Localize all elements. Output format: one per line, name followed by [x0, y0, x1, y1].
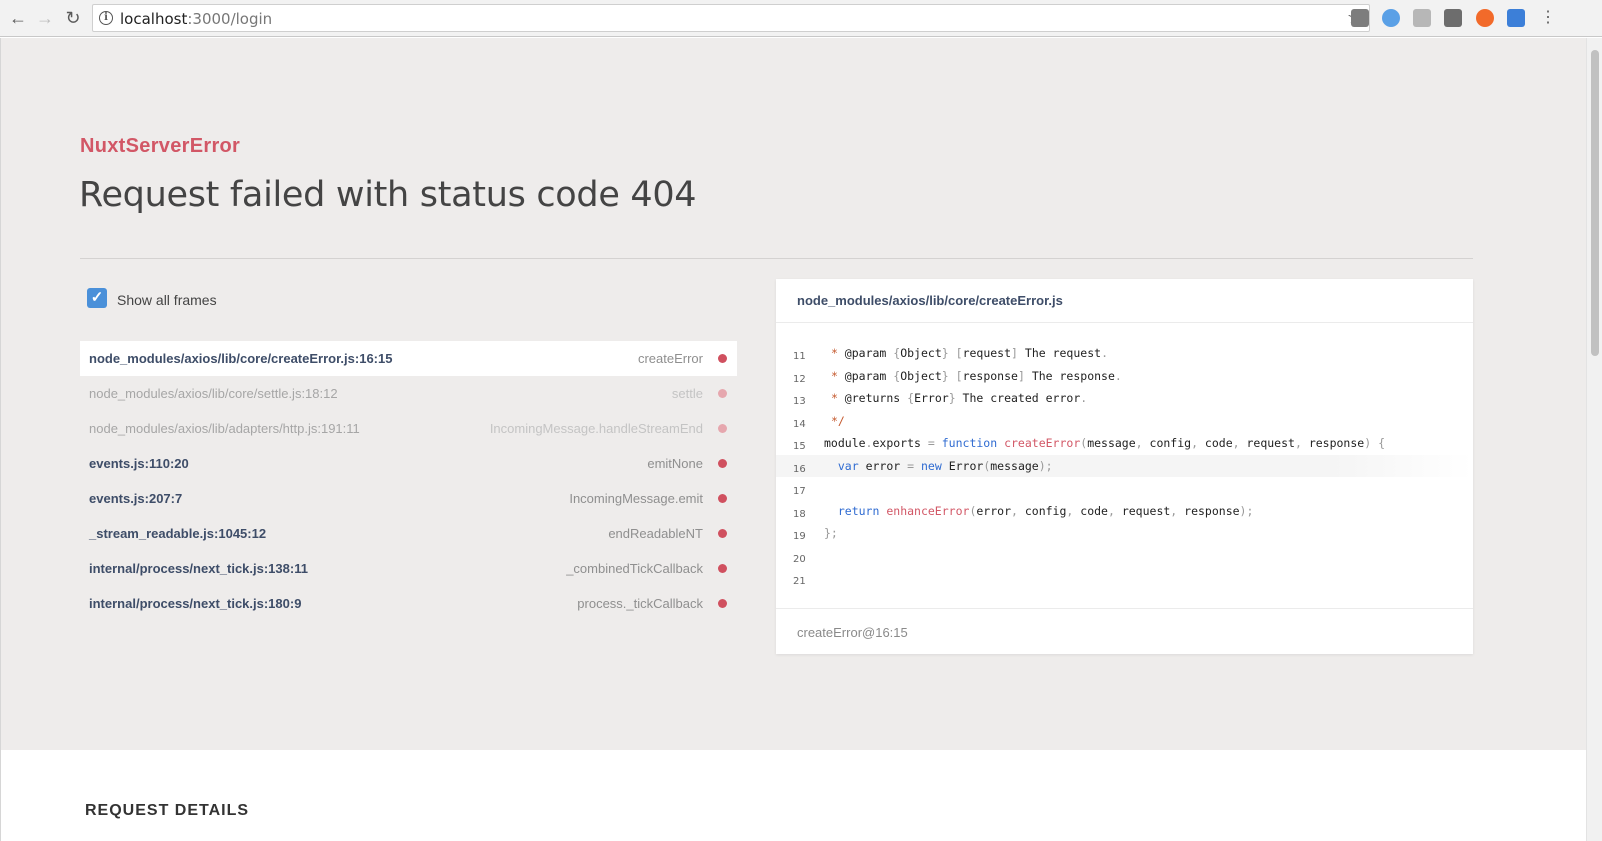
frame-dot-icon	[718, 494, 727, 503]
frame-file: node_modules/axios/lib/adapters/http.js:…	[89, 421, 360, 436]
stack-frame[interactable]: events.js:207:7 IncomingMessage.emit	[80, 481, 737, 516]
stack-frame[interactable]: node_modules/axios/lib/adapters/http.js:…	[80, 411, 737, 446]
code-line: };	[824, 526, 838, 540]
orange-extension-icon[interactable]	[1476, 9, 1494, 27]
code-panel: node_modules/axios/lib/core/createError.…	[776, 279, 1473, 654]
address-bar[interactable]: i localhost:3000/login ☆	[92, 4, 1370, 32]
frame-dot-icon	[718, 529, 727, 538]
code-snippet: 11 * @param {Object} [request] The reque…	[776, 342, 1473, 590]
url-text[interactable]: localhost:3000/login	[120, 10, 272, 28]
frame-function: IncomingMessage.handleStreamEnd	[489, 421, 703, 436]
code-line: */	[830, 413, 845, 428]
request-details-section: REQUEST DETAILS	[1, 750, 1586, 841]
error-name: NuxtServerError	[80, 135, 241, 157]
frame-function: settle	[671, 386, 703, 401]
stack-frame[interactable]: internal/process/next_tick.js:138:11 _co…	[80, 551, 737, 586]
frame-dot-icon	[718, 459, 727, 468]
code-panel-header: node_modules/axios/lib/core/createError.…	[776, 279, 1473, 323]
code-line-highlighted: var error = new Error(message);	[837, 458, 1053, 473]
frame-file: events.js:110:20	[89, 456, 189, 471]
show-all-frames-checkbox[interactable]: ✓	[87, 288, 107, 308]
frame-file: _stream_readable.js:1045:12	[89, 526, 267, 541]
code-line: * @param {Object} [response] The respons…	[830, 368, 1122, 383]
browser-toolbar: ← → ↻ i localhost:3000/login ☆ ⋮	[0, 0, 1602, 37]
frame-dot-icon	[718, 424, 727, 433]
pin-extension-icon[interactable]	[1413, 9, 1431, 27]
code-line: * @param {Object} [request] The request.	[830, 346, 1108, 360]
url-path: :3000/login	[187, 10, 273, 28]
globe-extension-icon[interactable]	[1382, 9, 1400, 27]
frame-function: process._tickCallback	[577, 596, 703, 611]
frame-file: internal/process/next_tick.js:138:11	[89, 561, 308, 576]
frame-file: node_modules/axios/lib/core/settle.js:18…	[89, 386, 338, 401]
stack-frame[interactable]: _stream_readable.js:1045:12 endReadableN…	[80, 516, 737, 551]
back-arrow-icon[interactable]: ←	[6, 6, 30, 30]
frame-location: createError@16:15	[797, 625, 908, 640]
show-all-frames-label[interactable]: Show all frames	[117, 292, 217, 308]
url-host: localhost	[120, 10, 188, 28]
stack-frame[interactable]: internal/process/next_tick.js:180:9 proc…	[80, 586, 737, 621]
info-icon[interactable]: i	[99, 11, 113, 25]
frame-dot-icon	[718, 564, 727, 573]
camera-extension-icon[interactable]	[1351, 9, 1369, 27]
frame-function: emitNone	[647, 456, 703, 471]
code-panel-footer: createError@16:15	[776, 608, 1473, 654]
forward-arrow-icon[interactable]: →	[33, 6, 57, 30]
code-line: module.exports = function createError(me…	[824, 436, 1386, 450]
error-message: Request failed with status code 404	[79, 175, 697, 215]
frame-function: createError	[637, 351, 703, 366]
frame-file: events.js:207:7	[89, 491, 183, 506]
scrollbar-thumb[interactable]	[1591, 50, 1599, 356]
request-details-title: REQUEST DETAILS	[85, 802, 250, 819]
frame-file: internal/process/next_tick.js:180:9	[89, 596, 302, 611]
code-line: * @returns {Error} The created error.	[830, 391, 1088, 405]
stack-frame[interactable]: node_modules/axios/lib/core/createError.…	[80, 341, 737, 376]
stack-frame[interactable]: events.js:110:20 emitNone	[80, 446, 737, 481]
blue-extension-icon[interactable]	[1507, 9, 1525, 27]
frame-dot-icon	[718, 599, 727, 608]
code-file-path: node_modules/axios/lib/core/createError.…	[797, 293, 1063, 308]
line-number: 21	[793, 576, 806, 587]
frame-dot-icon	[718, 389, 727, 398]
stack-frame[interactable]: node_modules/axios/lib/core/settle.js:18…	[80, 376, 737, 411]
divider	[80, 258, 1473, 259]
scrollbar[interactable]	[1586, 38, 1602, 841]
image-extension-icon[interactable]	[1444, 9, 1462, 27]
code-line: return enhanceError(error, config, code,…	[837, 503, 1254, 518]
frame-dot-icon	[718, 354, 727, 363]
reload-icon[interactable]: ↻	[61, 6, 85, 30]
frame-function: endReadableNT	[608, 526, 703, 541]
frame-function: IncomingMessage.emit	[569, 491, 703, 506]
menu-icon[interactable]: ⋮	[1536, 6, 1560, 30]
stack-frames-list: node_modules/axios/lib/core/createError.…	[80, 341, 737, 621]
frame-function: _combinedTickCallback	[566, 561, 703, 576]
frame-file: node_modules/axios/lib/core/createError.…	[89, 351, 393, 366]
